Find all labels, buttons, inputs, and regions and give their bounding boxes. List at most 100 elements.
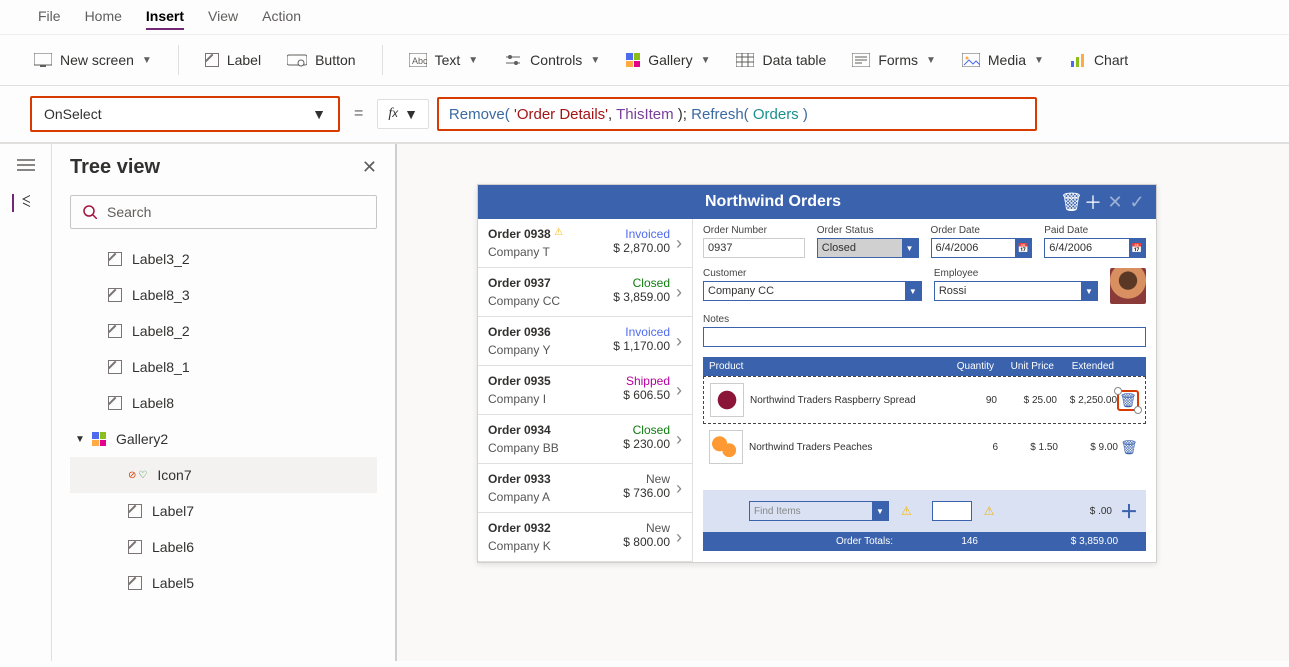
order-row[interactable]: Order 0938 ⚠InvoicedCompany T$ 2,870.00› — [478, 219, 692, 268]
tree-search-input[interactable]: Search — [70, 195, 377, 229]
status-dropdown[interactable]: Closed▼ — [817, 238, 919, 258]
label-icon — [108, 396, 122, 410]
chevron-down-icon: ▼ — [701, 55, 711, 66]
forms-button[interactable]: Forms▼ — [852, 52, 936, 68]
order-row[interactable]: Order 0932NewCompany K$ 800.00› — [478, 513, 692, 562]
tree-item-label7[interactable]: Label7 — [70, 493, 377, 529]
notes-label: Notes — [703, 314, 1146, 325]
tree-item-label: Label8_3 — [132, 287, 190, 303]
chevron-right-icon: › — [676, 331, 682, 352]
order-date-field[interactable]: 6/4/2006📅 — [931, 238, 1033, 258]
customer-dropdown[interactable]: Company CC▼ — [703, 281, 922, 301]
avatar — [1110, 268, 1146, 304]
add-product-icon[interactable]: ＋ — [1118, 498, 1140, 524]
new-screen-button[interactable]: New screen▼ — [34, 52, 152, 68]
status-label: Order Status — [817, 225, 919, 236]
notes-field[interactable] — [703, 327, 1146, 347]
label-button[interactable]: Label — [205, 52, 261, 68]
tree-item-label: Label5 — [152, 575, 194, 591]
product-row[interactable]: Northwind Traders Peaches6$ 1.50$ 9.00🗑 — [703, 424, 1146, 470]
property-dropdown[interactable]: OnSelect ▼ — [30, 96, 340, 132]
gallery-icon — [626, 53, 640, 67]
order-num-label: Order Number — [703, 225, 805, 236]
divider — [178, 45, 179, 75]
media-button[interactable]: Media▼ — [962, 52, 1044, 68]
order-id: Order 0934 — [488, 423, 551, 437]
product-image — [710, 383, 744, 417]
tree-item-label8_1[interactable]: Label8_1 — [70, 349, 377, 385]
button-button[interactable]: Button — [287, 52, 355, 68]
warning-icon: ⚠ — [901, 504, 912, 518]
order-row[interactable]: Order 0936InvoicedCompany Y$ 1,170.00› — [478, 317, 692, 366]
fx-button[interactable]: fx▼ — [377, 99, 429, 129]
product-header: Product Quantity Unit Price Extended — [703, 357, 1146, 376]
icon7-icon: ⊘♡ — [128, 470, 147, 481]
label-icon — [108, 252, 122, 266]
product-row[interactable]: Northwind Traders Raspberry Spread90$ 25… — [703, 376, 1146, 424]
tree-item-label8_2[interactable]: Label8_2 — [70, 313, 377, 349]
find-placeholder: Find Items — [754, 506, 801, 517]
order-row[interactable]: Order 0937ClosedCompany CC$ 3,859.00› — [478, 268, 692, 317]
tree-item-label5[interactable]: Label5 — [70, 565, 377, 601]
controls-button[interactable]: Controls▼ — [504, 52, 600, 68]
order-row[interactable]: Order 0933NewCompany A$ 736.00› — [478, 464, 692, 513]
media-label: Media — [988, 52, 1026, 68]
order-status: Invoiced — [625, 325, 670, 339]
chevron-right-icon: › — [676, 380, 682, 401]
tree-item-gallery2[interactable]: ▼Gallery2 — [70, 421, 377, 457]
order-num-field[interactable]: 0937 — [703, 238, 805, 258]
data-table-button[interactable]: Data table — [736, 52, 826, 68]
hamburger-icon[interactable] — [17, 158, 35, 172]
data-table-label: Data table — [762, 52, 826, 68]
divider — [382, 45, 383, 75]
label-icon — [205, 53, 219, 67]
product-extended: $ 2,250.00 — [1057, 395, 1117, 406]
menu-file[interactable]: File — [38, 8, 61, 30]
order-date-label: Order Date — [931, 225, 1033, 236]
gallery-button[interactable]: Gallery ▼ — [626, 52, 710, 68]
layers-icon[interactable] — [12, 194, 30, 212]
find-items-dropdown[interactable]: Find Items▼ — [749, 501, 889, 521]
order-totals: Order Totals: 146 $ 3,859.00 — [703, 532, 1146, 551]
order-amount: $ 3,859.00 — [613, 290, 670, 308]
order-company: Company Y — [488, 343, 550, 357]
chart-button[interactable]: Chart — [1070, 52, 1128, 68]
tree-item-label6[interactable]: Label6 — [70, 529, 377, 565]
text-label: Text — [435, 52, 461, 68]
label-icon — [128, 576, 142, 590]
menu-action[interactable]: Action — [262, 8, 301, 30]
caret-icon: ▼ — [75, 434, 85, 445]
canvas-area: Northwind Orders 🗑 ＋ ✕ ✓ Order 0938 ⚠Inv… — [397, 144, 1289, 661]
formula-token: ) — [799, 106, 808, 123]
formula-bar: OnSelect ▼ = fx▼ Remove( 'Order Details'… — [0, 86, 1289, 144]
add-order-icon[interactable]: ＋ — [1082, 189, 1104, 215]
delete-order-icon[interactable]: 🗑 — [1060, 192, 1082, 213]
delete-product-icon[interactable]: 🗑 — [1117, 390, 1139, 411]
tree-title: Tree view — [70, 156, 160, 179]
product-extended: $ 9.00 — [1058, 442, 1118, 453]
menu-view[interactable]: View — [208, 8, 238, 30]
property-name: OnSelect — [44, 106, 102, 122]
tree-item-icon7[interactable]: ⊘♡Icon7 — [70, 457, 377, 493]
paid-date-field[interactable]: 6/4/2006📅 — [1044, 238, 1146, 258]
menu-insert[interactable]: Insert — [146, 8, 184, 30]
formula-token: Remove — [449, 106, 505, 123]
order-date-value: 6/4/2006 — [936, 242, 979, 254]
cancel-icon[interactable]: ✕ — [1104, 192, 1126, 213]
confirm-icon[interactable]: ✓ — [1126, 192, 1148, 213]
order-status: New — [646, 521, 670, 535]
order-row[interactable]: Order 0934ClosedCompany BB$ 230.00› — [478, 415, 692, 464]
menu-home[interactable]: Home — [85, 8, 122, 30]
tree-item-label3_2[interactable]: Label3_2 — [70, 241, 377, 277]
order-row[interactable]: Order 0935ShippedCompany I$ 606.50› — [478, 366, 692, 415]
tree-item-label8_3[interactable]: Label8_3 — [70, 277, 377, 313]
delete-product-icon[interactable]: 🗑 — [1118, 439, 1140, 456]
gallery-label: Gallery — [648, 52, 692, 68]
add-qty-field[interactable] — [932, 501, 972, 521]
close-panel-icon[interactable]: ✕ — [362, 157, 377, 178]
formula-input[interactable]: Remove( 'Order Details', ThisItem ); Ref… — [437, 97, 1037, 131]
order-id: Order 0932 — [488, 521, 551, 535]
employee-dropdown[interactable]: Rossi▼ — [934, 281, 1098, 301]
text-button[interactable]: AbcText▼ — [409, 52, 479, 68]
tree-item-label8[interactable]: Label8 — [70, 385, 377, 421]
